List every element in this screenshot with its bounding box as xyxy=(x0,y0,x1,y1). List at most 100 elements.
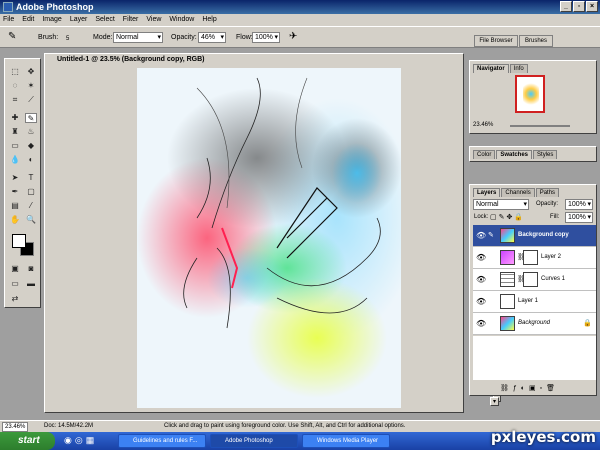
layer-name[interactable]: Background copy xyxy=(518,232,569,238)
blend-mode-select[interactable]: Normal xyxy=(473,199,529,210)
layer-name[interactable]: Layer 2 xyxy=(541,254,561,260)
brush-tool-icon[interactable]: ✎ xyxy=(8,31,16,42)
layer-name[interactable]: Layer 1 xyxy=(518,298,538,304)
artwork xyxy=(137,68,401,408)
jump-to-imageready-icon[interactable]: ⇄ xyxy=(9,294,21,304)
lock-icons[interactable]: ▢✎✥🔒 xyxy=(490,213,525,221)
magic-wand-icon[interactable]: ✶ xyxy=(25,81,37,91)
panel-scroll-button[interactable]: ▾ xyxy=(490,397,499,406)
photoshop-icon xyxy=(3,2,13,12)
eye-icon[interactable]: 👁 xyxy=(476,231,486,240)
eye-icon[interactable]: 👁 xyxy=(476,319,486,328)
path-select-icon[interactable]: ➤ xyxy=(9,173,21,183)
stamp-tool-icon[interactable]: ♜ xyxy=(9,127,21,137)
layer-opacity-input[interactable]: 100% xyxy=(565,199,593,210)
menu-help[interactable]: Help xyxy=(202,14,216,26)
tab-paths[interactable]: Paths xyxy=(535,188,560,197)
blur-tool-icon[interactable]: 💧 xyxy=(9,155,21,165)
navigator-zoom[interactable]: 23.46% xyxy=(473,122,493,128)
shape-tool-icon[interactable]: ▢ xyxy=(25,187,37,197)
navigator-panel: Navigator Info 23.46% xyxy=(469,60,597,134)
close-button[interactable]: × xyxy=(586,1,598,12)
eraser-tool-icon[interactable]: ▭ xyxy=(9,141,21,151)
layer-opacity-label: Opacity: xyxy=(536,201,559,207)
tab-swatches[interactable]: Swatches xyxy=(496,150,533,159)
eye-icon[interactable]: 👁 xyxy=(476,275,486,284)
layer-name[interactable]: Background xyxy=(518,320,550,326)
menu-edit[interactable]: Edit xyxy=(22,14,34,26)
zoom-tool-icon[interactable]: 🔍 xyxy=(25,215,37,225)
full-screen-icon[interactable]: ▬ xyxy=(25,279,37,289)
curves-adjustment-icon xyxy=(500,272,515,287)
navigator-preview[interactable] xyxy=(515,75,545,113)
file-browser-tab[interactable]: File Browser xyxy=(474,35,518,47)
opacity-input[interactable]: 46% xyxy=(198,32,226,43)
fill-input[interactable]: 100% xyxy=(565,212,593,223)
layer-row[interactable]: 👁 ✎ Background copy xyxy=(473,225,596,247)
menu-file[interactable]: File xyxy=(3,14,14,26)
task-photoshop[interactable]: Adobe Photoshop xyxy=(210,434,298,448)
layer-row[interactable]: 👁 Background 🔒 xyxy=(473,313,596,335)
quick-launch-icons[interactable]: ◉◎▦ xyxy=(64,435,97,446)
restore-button[interactable]: ▫ xyxy=(573,1,585,12)
brush-tool-selected-icon[interactable]: ✎ xyxy=(25,113,37,123)
lock-icon: 🔒 xyxy=(583,320,592,327)
lasso-tool-icon[interactable]: ◌ xyxy=(9,81,21,91)
move-tool-icon[interactable]: ✥ xyxy=(25,67,37,77)
dodge-tool-icon[interactable]: ◐ xyxy=(25,155,37,165)
tab-info[interactable]: Info xyxy=(509,64,528,73)
layer-row[interactable]: 👁 ⛓ Curves 1 xyxy=(473,269,596,291)
tab-layers[interactable]: Layers xyxy=(473,188,501,197)
eyedropper-icon[interactable]: ⁄ xyxy=(25,201,37,211)
notes-tool-icon[interactable]: ▤ xyxy=(9,201,21,211)
mask-thumbnail xyxy=(523,272,538,287)
flow-input[interactable]: 100% xyxy=(252,32,280,43)
marquee-tool-icon[interactable]: ⬚ xyxy=(9,67,21,77)
layer-name[interactable]: Curves 1 xyxy=(541,276,565,282)
quick-mask-icon[interactable]: ◙ xyxy=(25,264,37,274)
layer-thumbnail xyxy=(500,294,515,309)
slice-tool-icon[interactable]: ⟋ xyxy=(25,95,37,105)
canvas[interactable] xyxy=(137,68,401,408)
layer-row[interactable]: 👁 ⛓ Layer 2 xyxy=(473,247,596,269)
toolbox: ⬚ ✥ ◌ ✶ ⌗ ⟋ ✚ ✎ ♜ ♨ ▭ ◆ 💧 ◐ ➤ T ✒ ▢ ▤ ⁄ … xyxy=(4,58,41,308)
tab-color[interactable]: Color xyxy=(473,150,496,159)
crop-tool-icon[interactable]: ⌗ xyxy=(9,95,21,105)
status-zoom[interactable]: 23.46% xyxy=(2,422,29,432)
tab-channels[interactable]: Channels xyxy=(501,188,535,197)
doc-size[interactable]: Doc: 14.5M/42.2M xyxy=(44,421,93,432)
menu-layer[interactable]: Layer xyxy=(70,14,88,26)
brushes-tab[interactable]: Brushes xyxy=(519,35,553,47)
type-tool-icon[interactable]: T xyxy=(25,173,37,183)
mask-thumbnail xyxy=(523,250,538,265)
menu-view[interactable]: View xyxy=(146,14,161,26)
menu-window[interactable]: Window xyxy=(169,14,194,26)
mode-select[interactable]: Normal xyxy=(113,32,163,43)
start-button[interactable]: start xyxy=(0,432,55,450)
hand-tool-icon[interactable]: ✋ xyxy=(9,215,21,225)
opacity-label: Opacity: xyxy=(171,34,197,41)
airbrush-icon[interactable]: ✈ xyxy=(289,31,297,42)
minimize-button[interactable]: _ xyxy=(560,1,572,12)
menu-image[interactable]: Image xyxy=(42,14,61,26)
eye-icon[interactable]: 👁 xyxy=(476,297,486,306)
tab-styles[interactable]: Styles xyxy=(533,150,558,159)
menu-filter[interactable]: Filter xyxy=(123,14,139,26)
task-guidelines[interactable]: Guidelines and rules F... xyxy=(118,434,206,448)
bucket-tool-icon[interactable]: ◆ xyxy=(25,141,37,151)
tab-navigator[interactable]: Navigator xyxy=(473,64,509,73)
document-title: Untitled-1 @ 23.5% (Background copy, RGB… xyxy=(45,54,463,66)
brush-size[interactable]: 5 xyxy=(66,36,69,42)
history-brush-icon[interactable]: ♨ xyxy=(25,127,37,137)
layer-row[interactable]: 👁 Layer 1 xyxy=(473,291,596,313)
standard-mode-icon[interactable]: ▣ xyxy=(9,264,21,274)
healing-tool-icon[interactable]: ✚ xyxy=(9,113,21,123)
eye-icon[interactable]: 👁 xyxy=(476,253,486,262)
pen-tool-icon[interactable]: ✒ xyxy=(9,187,21,197)
screen-mode-icon[interactable]: ▭ xyxy=(9,279,21,289)
zoom-slider[interactable] xyxy=(510,125,570,127)
foreground-color[interactable] xyxy=(12,234,26,248)
layer-action-icons[interactable]: ⛓ƒ◐▣▫🗑 xyxy=(500,384,559,392)
menu-select[interactable]: Select xyxy=(95,14,114,26)
task-media-player[interactable]: Windows Media Player xyxy=(302,434,390,448)
